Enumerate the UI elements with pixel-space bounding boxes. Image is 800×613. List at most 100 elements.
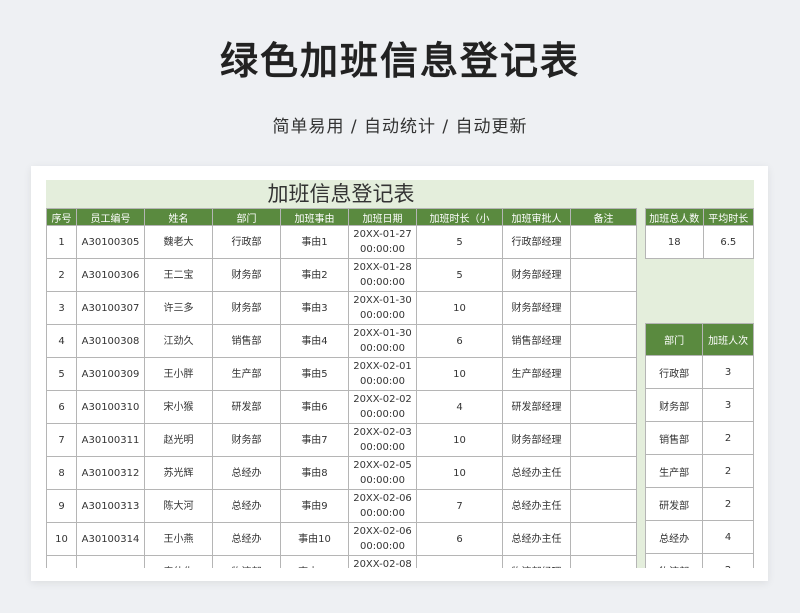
cell-department[interactable]: 财务部 (212, 291, 281, 325)
cell-approver[interactable]: 物流部经理 (502, 555, 571, 568)
dept-cell-name[interactable]: 生产部 (644, 454, 704, 488)
dept-cell-count[interactable]: 2 (702, 487, 754, 521)
cell-approver[interactable]: 研发部经理 (502, 390, 571, 424)
cell-employee-id[interactable]: A30100314 (76, 522, 145, 556)
cell-name[interactable]: 秦仲仇 (144, 555, 213, 568)
dept-cell-count[interactable]: 3 (702, 355, 754, 389)
cell-department[interactable]: 生产部 (212, 357, 281, 391)
cell-approver[interactable]: 财务部经理 (502, 258, 571, 292)
cell-no[interactable]: 11 (46, 555, 77, 568)
cell-department[interactable]: 行政部 (212, 225, 281, 259)
cell-department[interactable]: 销售部 (212, 324, 281, 358)
cell-approver[interactable]: 总经办主任 (502, 522, 571, 556)
cell-date[interactable]: 20XX-01-27 00:00:00 (348, 225, 417, 259)
cell-reason[interactable]: 事由10 (280, 522, 349, 556)
cell-note[interactable] (570, 423, 637, 457)
dept-cell-count[interactable]: 4 (702, 520, 754, 554)
dept-cell-name[interactable]: 销售部 (644, 421, 704, 455)
cell-reason[interactable]: 事由3 (280, 291, 349, 325)
cell-note[interactable] (570, 291, 637, 325)
cell-no[interactable]: 8 (46, 456, 77, 490)
cell-approver[interactable]: 生产部经理 (502, 357, 571, 391)
cell-reason[interactable]: 事由6 (280, 390, 349, 424)
cell-note[interactable] (570, 357, 637, 391)
cell-employee-id[interactable]: A30100307 (76, 291, 145, 325)
cell-employee-id[interactable]: A30100309 (76, 357, 145, 391)
cell-date[interactable]: 20XX-02-0800:00:00 (348, 555, 417, 568)
cell-hours[interactable]: 5 (416, 225, 503, 259)
cell-department[interactable]: 研发部 (212, 390, 281, 424)
cell-department[interactable]: 财务部 (212, 423, 281, 457)
summary-total-value[interactable]: 18 (645, 225, 704, 259)
cell-date[interactable]: 20XX-02-06 00:00:00 (348, 522, 417, 556)
cell-department[interactable]: 财务部 (212, 258, 281, 292)
cell-employee-id[interactable]: A30100312 (76, 456, 145, 490)
cell-employee-id[interactable]: A30100310 (76, 390, 145, 424)
cell-employee-id[interactable]: A30100306 (76, 258, 145, 292)
cell-approver[interactable]: 总经办主任 (502, 456, 571, 490)
cell-hours[interactable]: 7 (416, 489, 503, 523)
cell-hours[interactable]: 10 (416, 456, 503, 490)
cell-no[interactable]: 3 (46, 291, 77, 325)
cell-name[interactable]: 陈大河 (144, 489, 213, 523)
dept-cell-count[interactable]: 2 (702, 553, 754, 568)
cell-hours[interactable]: 6 (416, 522, 503, 556)
cell-hours[interactable]: 4 (416, 390, 503, 424)
cell-no[interactable]: 2 (46, 258, 77, 292)
cell-note[interactable] (570, 225, 637, 259)
cell-date[interactable]: 20XX-01-28 00:00:00 (348, 258, 417, 292)
cell-hours[interactable]: 10 (416, 357, 503, 391)
dept-cell-count[interactable]: 2 (702, 421, 754, 455)
cell-reason[interactable]: 事由1 (280, 225, 349, 259)
cell-reason[interactable]: 事由11 (280, 555, 349, 568)
cell-hours[interactable]: 5 (416, 258, 503, 292)
cell-approver[interactable]: 销售部经理 (502, 324, 571, 358)
cell-date[interactable]: 20XX-01-30 00:00:00 (348, 324, 417, 358)
cell-reason[interactable]: 事由5 (280, 357, 349, 391)
cell-name[interactable]: 江劲久 (144, 324, 213, 358)
cell-name[interactable]: 许三多 (144, 291, 213, 325)
cell-name[interactable]: 王小胖 (144, 357, 213, 391)
cell-note[interactable] (570, 324, 637, 358)
cell-name[interactable]: 王小燕 (144, 522, 213, 556)
cell-no[interactable]: 7 (46, 423, 77, 457)
dept-cell-count[interactable]: 3 (702, 388, 754, 422)
cell-employee-id[interactable]: A30100305 (76, 225, 145, 259)
cell-reason[interactable]: 事由9 (280, 489, 349, 523)
cell-name[interactable]: 赵光明 (144, 423, 213, 457)
cell-date[interactable]: 20XX-02-06 00:00:00 (348, 489, 417, 523)
cell-no[interactable]: 5 (46, 357, 77, 391)
cell-employee-id[interactable]: A30100308 (76, 324, 145, 358)
cell-note[interactable] (570, 456, 637, 490)
cell-department[interactable]: 物流部 (212, 555, 281, 568)
cell-hours[interactable]: 10 (416, 291, 503, 325)
dept-cell-name[interactable]: 财务部 (644, 388, 704, 422)
cell-date[interactable]: 20XX-02-02 00:00:00 (348, 390, 417, 424)
cell-name[interactable]: 魏老大 (144, 225, 213, 259)
dept-cell-name[interactable]: 总经办 (644, 520, 704, 554)
cell-no[interactable]: 10 (46, 522, 77, 556)
cell-name[interactable]: 王二宝 (144, 258, 213, 292)
cell-date[interactable]: 20XX-02-01 00:00:00 (348, 357, 417, 391)
cell-date[interactable]: 20XX-02-05 00:00:00 (348, 456, 417, 490)
dept-cell-count[interactable]: 2 (702, 454, 754, 488)
cell-approver[interactable]: 行政部经理 (502, 225, 571, 259)
cell-note[interactable] (570, 489, 637, 523)
cell-no[interactable]: 4 (46, 324, 77, 358)
cell-approver[interactable]: 财务部经理 (502, 423, 571, 457)
cell-department[interactable]: 总经办 (212, 489, 281, 523)
cell-note[interactable] (570, 390, 637, 424)
cell-reason[interactable]: 事由7 (280, 423, 349, 457)
cell-hours[interactable]: 4 (416, 555, 503, 568)
cell-hours[interactable]: 10 (416, 423, 503, 457)
cell-department[interactable]: 总经办 (212, 522, 281, 556)
dept-cell-name[interactable]: 行政部 (644, 355, 704, 389)
cell-hours[interactable]: 6 (416, 324, 503, 358)
cell-department[interactable]: 总经办 (212, 456, 281, 490)
cell-reason[interactable]: 事由4 (280, 324, 349, 358)
cell-note[interactable] (570, 555, 637, 568)
cell-reason[interactable]: 事由8 (280, 456, 349, 490)
cell-employee-id[interactable]: A30100313 (76, 489, 145, 523)
cell-name[interactable]: 宋小猴 (144, 390, 213, 424)
dept-cell-name[interactable]: 物流部 (644, 553, 704, 568)
